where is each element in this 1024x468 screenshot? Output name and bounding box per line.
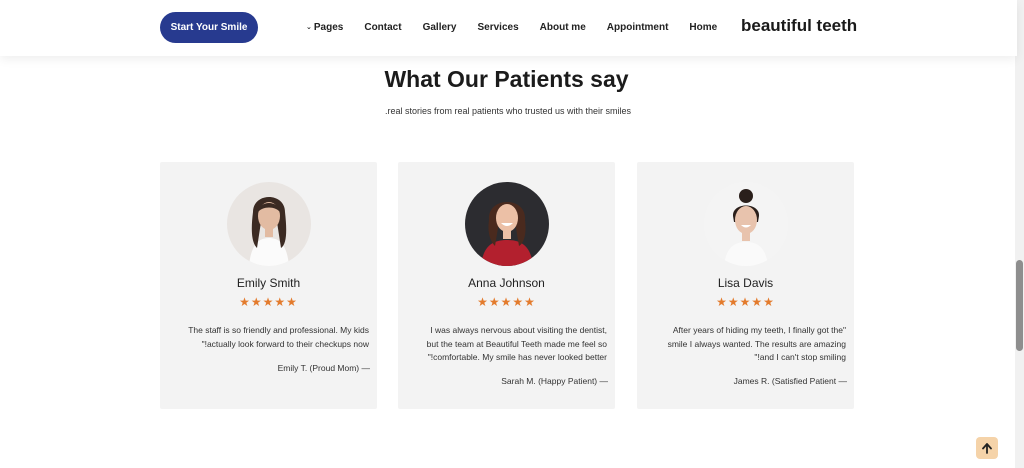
back-to-top-button[interactable] [976,437,998,459]
start-your-smile-button[interactable]: Start Your Smile [160,12,258,43]
testimonial-attribution: Sarah M. (Happy Patient) — [501,376,608,386]
avatar [465,182,549,266]
nav-gallery[interactable]: Gallery [423,22,457,33]
nav-contact[interactable]: Contact [364,22,401,33]
testimonial-quote: The staff is so friendly and professiona… [174,324,369,351]
section-title: What Our Patients say [384,66,629,92]
star-rating: ★★★★★ [477,295,536,309]
quote-line: The staff is so friendly and professiona… [188,325,369,335]
nav-services[interactable]: Services [478,22,519,33]
chevron-down-icon: ⌄ [306,24,312,31]
nav-pages-label: Pages [313,21,344,33]
testimonial-attribution: Emily T. (Proud Mom) — [277,363,370,373]
avatar [704,182,788,266]
quote-line: "!and I can't stop smiling [754,352,846,362]
testimonial-quote: I was always nervous about visiting the … [412,324,607,365]
star-rating: ★★★★★ [239,295,298,309]
patient-name: Lisa Davis [717,276,774,290]
arrow-up-icon [982,442,992,454]
testimonial-card: Emily Smith ★★★★★ The staff is so friend… [160,162,377,409]
patient-name: Emily Smith [236,276,301,290]
nav-pages[interactable]: ⌄ Pages [306,22,343,33]
star-rating: ★★★★★ [716,295,775,309]
testimonial-card: Anna Johnson ★★★★★ I was always nervous … [398,162,615,409]
testimonial-attribution: James R. (Satisfied Patient — [733,376,847,386]
nav-appointment[interactable]: Appointment [607,22,669,33]
testimonial-quote: After years of hiding my teeth, I finall… [651,324,846,365]
brand-logo-text[interactable]: beautiful teeth [741,16,857,36]
quote-line: I was always nervous about visiting the … [430,325,607,335]
avatar [227,182,311,266]
quote-line: "!actually look forward to their checkup… [201,338,369,349]
quote-line: smile I always wanted. The results are a… [667,338,846,349]
section-subtitle: .real stories from real patients who tru… [384,106,632,116]
quote-line: After years of hiding my teeth, I finall… [672,325,846,335]
site-header: Start Your Smile ⌄ Pages Contact Gallery… [0,0,1017,56]
nav-home[interactable]: Home [689,22,717,33]
page-scrollbar[interactable] [1015,0,1024,468]
quote-line: but the team at Beautiful Teeth made me … [426,338,607,349]
quote-line: "!comfortable. My smile has never looked… [427,352,607,362]
patient-name: Anna Johnson [468,276,545,290]
scrollbar-thumb[interactable] [1016,260,1023,351]
testimonial-card: Lisa Davis ★★★★★ After years of hiding m… [637,162,854,409]
main-nav: ⌄ Pages Contact Gallery Services About m… [306,20,717,34]
nav-about-me[interactable]: About me [540,22,586,33]
